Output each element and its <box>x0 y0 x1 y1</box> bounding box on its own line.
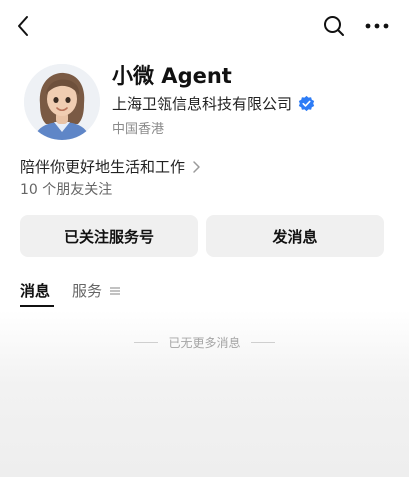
divider-line-left <box>134 342 159 343</box>
more-button[interactable] <box>362 12 392 40</box>
friends-following-text: 10 个朋友关注 <box>20 182 113 198</box>
no-more-messages-text: 已无更多消息 <box>168 336 241 350</box>
bio-link[interactable]: 陪伴你更好地生活和工作 <box>20 156 201 177</box>
tab-bar: 消息 服务 <box>20 280 390 310</box>
active-tab-indicator <box>20 305 54 307</box>
chevron-right-icon <box>193 160 200 173</box>
search-button[interactable] <box>320 12 348 40</box>
chevron-left-icon <box>18 16 28 36</box>
avatar-image <box>24 64 100 140</box>
feed-end-indicator: 已无更多消息 <box>0 334 409 351</box>
menu-lines-icon[interactable] <box>109 284 121 298</box>
tab-messages[interactable]: 消息 <box>20 280 50 301</box>
send-message-button[interactable]: 发消息 <box>206 215 384 257</box>
more-horizontal-icon <box>365 23 389 29</box>
bio-text: 陪伴你更好地生活和工作 <box>20 158 186 176</box>
organization-row: 上海卫瓴信息科技有限公司 <box>112 92 315 114</box>
region-label: 中国香港 <box>112 122 165 137</box>
divider-line-right <box>250 342 275 343</box>
profile-name: 小微 Agent <box>112 64 232 88</box>
back-button[interactable] <box>10 12 38 40</box>
organization-name: 上海卫瓴信息科技有限公司 <box>112 94 293 113</box>
search-icon <box>324 16 344 36</box>
avatar[interactable] <box>24 64 100 140</box>
followed-service-button[interactable]: 已关注服务号 <box>20 215 198 257</box>
top-bar <box>0 0 409 52</box>
tab-services[interactable]: 服务 <box>72 280 102 301</box>
verified-badge-icon <box>298 95 315 111</box>
